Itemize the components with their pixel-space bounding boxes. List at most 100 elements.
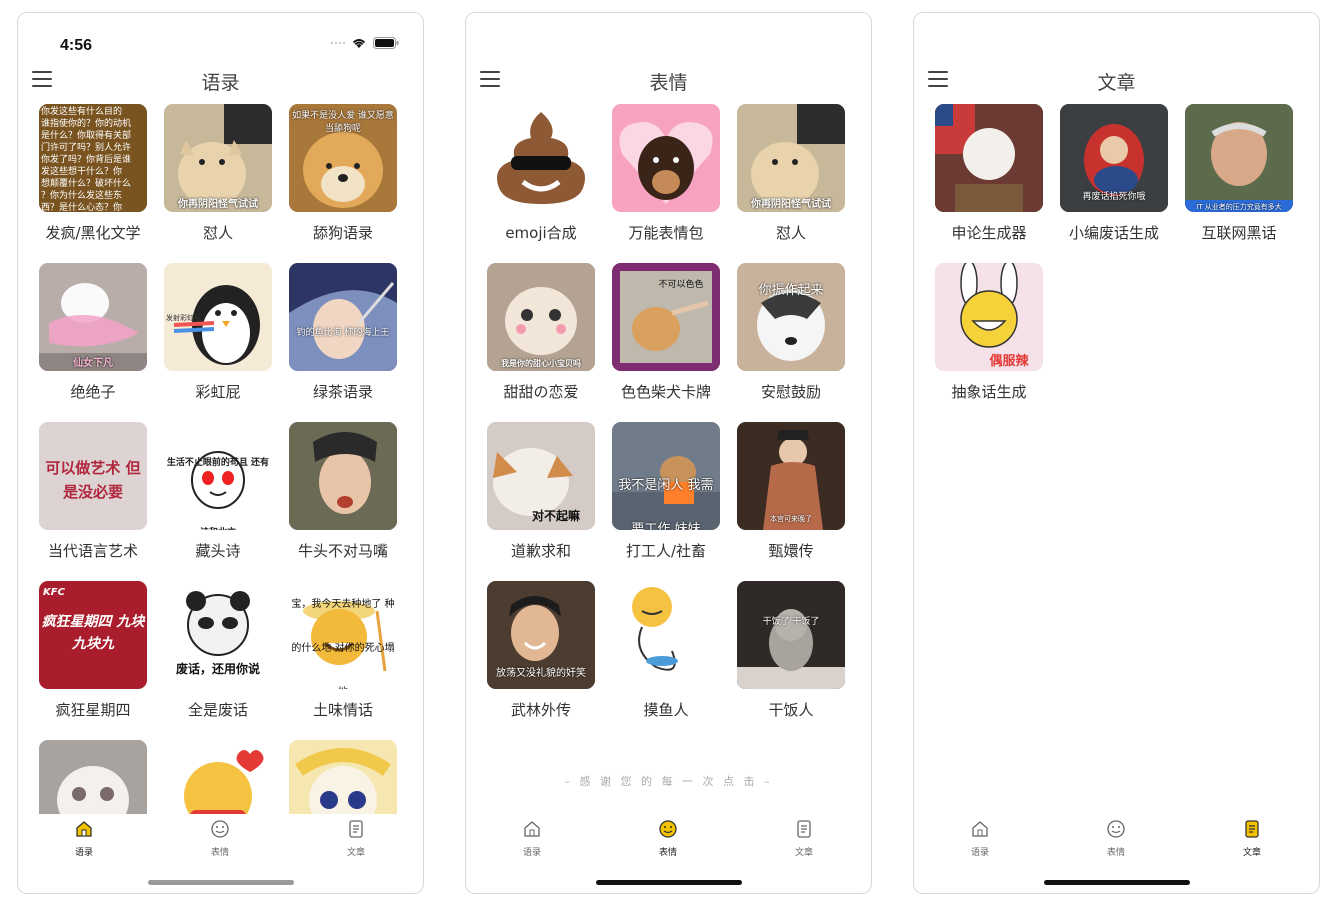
image-caption: 废话，还用你说 [175, 662, 260, 676]
grid-item[interactable]: 本宫可来晚了 甄嬛传 [736, 422, 846, 561]
tab-quotes[interactable]: 语录 [54, 819, 114, 858]
grid-item[interactable]: IT 从业者的压力究竟有多大 互联网黑话 [1184, 104, 1294, 243]
image-caption: 你振作起来 [758, 283, 824, 298]
grid-item[interactable]: 不可以色色 色色柴犬卡牌 [611, 263, 721, 402]
smile-icon [659, 820, 677, 838]
thumbnail-image: 你振作起来 [737, 263, 845, 371]
thumbnail-image [289, 422, 397, 530]
grid-item[interactable]: 发射彩虹屁 彩虹屁 [163, 263, 273, 402]
grid-item[interactable]: 钓的鱼比海 称的海上王 绿茶语录 [288, 263, 398, 402]
image-caption: 我不是闲人 我需要工作 妹妹 [618, 478, 714, 530]
tab-stickers[interactable]: 表情 [1086, 819, 1146, 858]
image-caption: 生活不止眼前的苟且 还有诗和北方 [166, 458, 270, 530]
image-caption: 我是你的甜心小宝贝吗 [501, 359, 581, 368]
page-title: 表情 [649, 72, 688, 94]
home-indicator[interactable] [147, 880, 294, 885]
kitten-image [737, 581, 845, 689]
item-label: 绝绝子 [70, 383, 116, 401]
home-indicator[interactable] [595, 880, 742, 885]
image-caption: IT 从业者的压力究竟有多大 [1196, 203, 1282, 211]
thumbnail-image: 我不是闲人 我需要工作 妹妹 [612, 422, 720, 530]
thumbnail-image: 宝，我今天去种地了 种的什么地 对你的死心塌地 [289, 581, 397, 689]
grid-item[interactable]: 生活不止眼前的苟且 还有诗和北方 藏头诗 [163, 422, 273, 561]
grid-item[interactable] [38, 740, 148, 814]
grid-item[interactable]: 我是你的甜心小宝贝吗 甜甜の恋爱 [486, 263, 596, 402]
grid-item[interactable] [288, 740, 398, 814]
status-time: 4:56 [60, 37, 93, 54]
phone-screen-stickers: 表情 emoji合成 万能表情包 你再阴阳怪气试试 怼人 我是你的甜心小宝贝吗 [465, 12, 872, 894]
item-label: 牛头不对马嘴 [297, 542, 388, 560]
tab-stickers[interactable]: 表情 [190, 819, 250, 858]
item-label: 色色柴犬卡牌 [620, 383, 711, 401]
grid-item[interactable]: 丫头 [163, 740, 273, 814]
item-label: 发疯/黑化文学 [45, 224, 141, 242]
thumbnail-image: 生活不止眼前的苟且 还有诗和北方 [164, 422, 272, 530]
image-caption: 如果不是没人爱 谁又愿意当舔狗呢 [292, 111, 394, 134]
grid-item[interactable]: 牛头不对马嘴 [288, 422, 398, 561]
grid-item[interactable]: 仙女下凡 绝绝子 [38, 263, 148, 402]
thumbnail-image [935, 104, 1043, 212]
item-label: 抽象话生成 [951, 383, 1027, 401]
old-man-image [1185, 104, 1293, 212]
grid-item[interactable]: 万能表情包 [611, 104, 721, 243]
system-icons [331, 37, 399, 49]
battery-icon [373, 37, 399, 49]
item-label: 绿茶语录 [312, 383, 373, 401]
thumbnail-image: 可以做艺术 但是没必要 [39, 422, 147, 530]
page-title: 文章 [1097, 72, 1136, 94]
tab-stickers[interactable]: 表情 [638, 819, 698, 858]
phone-screen-articles: 文章 申论生成器 再废话掐死你哦 小编废话生成 IT 从业者的压力究竟有多大 互… [913, 12, 1320, 894]
grid-item[interactable]: 再废话掐死你哦 小编废话生成 [1059, 104, 1169, 243]
image-caption: 本宫可来晚了 [770, 515, 812, 523]
grid-item[interactable]: 申论生成器 [934, 104, 1044, 243]
thumbnail-image: KFC 疯狂星期四 九块九块九 [39, 581, 147, 689]
item-label: 当代语言艺术 [47, 542, 138, 560]
svg-text:发这些想干什么？你: 发这些想干什么？你 [41, 165, 122, 177]
grid-item[interactable]: 放荡又没礼貌的奸笑 武林外传 [486, 581, 596, 720]
nav-header: 文章 [914, 65, 1319, 95]
document-icon [1245, 820, 1259, 838]
opera-image [289, 422, 397, 530]
status-bar: 4:56 [18, 13, 423, 57]
grid-item[interactable]: 对不起嘛 道歉求和 [486, 422, 596, 561]
thumbnail-image: 如果不是没人爱 谁又愿意当舔狗呢 [289, 104, 397, 212]
thumbnail-image: 干饭了 干饭了 [737, 581, 845, 689]
tab-bar: 语录 表情 文章 [466, 819, 871, 869]
item-label: 打工人/社畜 [625, 542, 707, 560]
item-grid: 你发这些有什么目的 谁指使你的？你的动机 是什么？你取得有关部 门许可了吗？别人允许… [38, 104, 413, 814]
tab-articles[interactable]: 文章 [326, 819, 386, 858]
tab-articles[interactable]: 文章 [774, 819, 834, 858]
grid-item[interactable]: 我不是闲人 我需要工作 妹妹 打工人/社畜 [611, 422, 721, 561]
item-label: 道歉求和 [510, 542, 571, 560]
item-label: emoji合成 [505, 224, 577, 242]
item-label: 甄嬛传 [768, 542, 814, 560]
tab-quotes[interactable]: 语录 [502, 819, 562, 858]
grid-item[interactable]: KFC 疯狂星期四 九块九块九 疯狂星期四 [38, 581, 148, 720]
grid-item[interactable]: 宝，我今天去种地了 种的什么地 对你的死心塌地 土味情话 [288, 581, 398, 720]
grid-item[interactable]: emoji合成 [486, 104, 596, 243]
grid-item[interactable]: 你振作起来 安慰鼓励 [736, 263, 846, 402]
grid-item[interactable]: 干饭了 干饭了 干饭人 [736, 581, 846, 720]
image-caption: 发射彩虹屁 [166, 314, 201, 322]
tab-quotes[interactable]: 语录 [950, 819, 1010, 858]
grid-item[interactable]: 你再阴阳怪气试试 怼人 [163, 104, 273, 243]
tab-articles[interactable]: 文章 [1222, 819, 1282, 858]
poop-emoji-image [487, 104, 595, 212]
grid-item[interactable]: 摸鱼人 [611, 581, 721, 720]
grid-item[interactable]: 可以做艺术 但是没必要 当代语言艺术 [38, 422, 148, 561]
home-indicator[interactable] [1043, 880, 1190, 885]
item-label: 全是废话 [187, 701, 248, 719]
grid-item[interactable]: 你再阴阳怪气试试 怼人 [736, 104, 846, 243]
item-label: 土味情话 [312, 701, 373, 719]
grid-item[interactable]: 你发这些有什么目的 谁指使你的？你的动机 是什么？你取得有关部 门许可了吗？别人允许… [38, 104, 148, 243]
tab-label: 语录 [522, 848, 541, 858]
anime-girl-image [289, 740, 397, 814]
thumbnail-image: 我是你的甜心小宝贝吗 [487, 263, 595, 371]
grid-item[interactable]: 如果不是没人爱 谁又愿意当舔狗呢 舔狗语录 [288, 104, 398, 243]
image-caption: 对不起嘛 [531, 509, 580, 523]
grid-item[interactable]: 废话，还用你说 全是废话 [163, 581, 273, 720]
item-label: 舔狗语录 [312, 224, 373, 242]
grid-item[interactable]: 偶服辣 抽象话生成 [934, 263, 1044, 402]
item-label: 万能表情包 [628, 224, 704, 242]
thumbnail-image [39, 740, 147, 814]
